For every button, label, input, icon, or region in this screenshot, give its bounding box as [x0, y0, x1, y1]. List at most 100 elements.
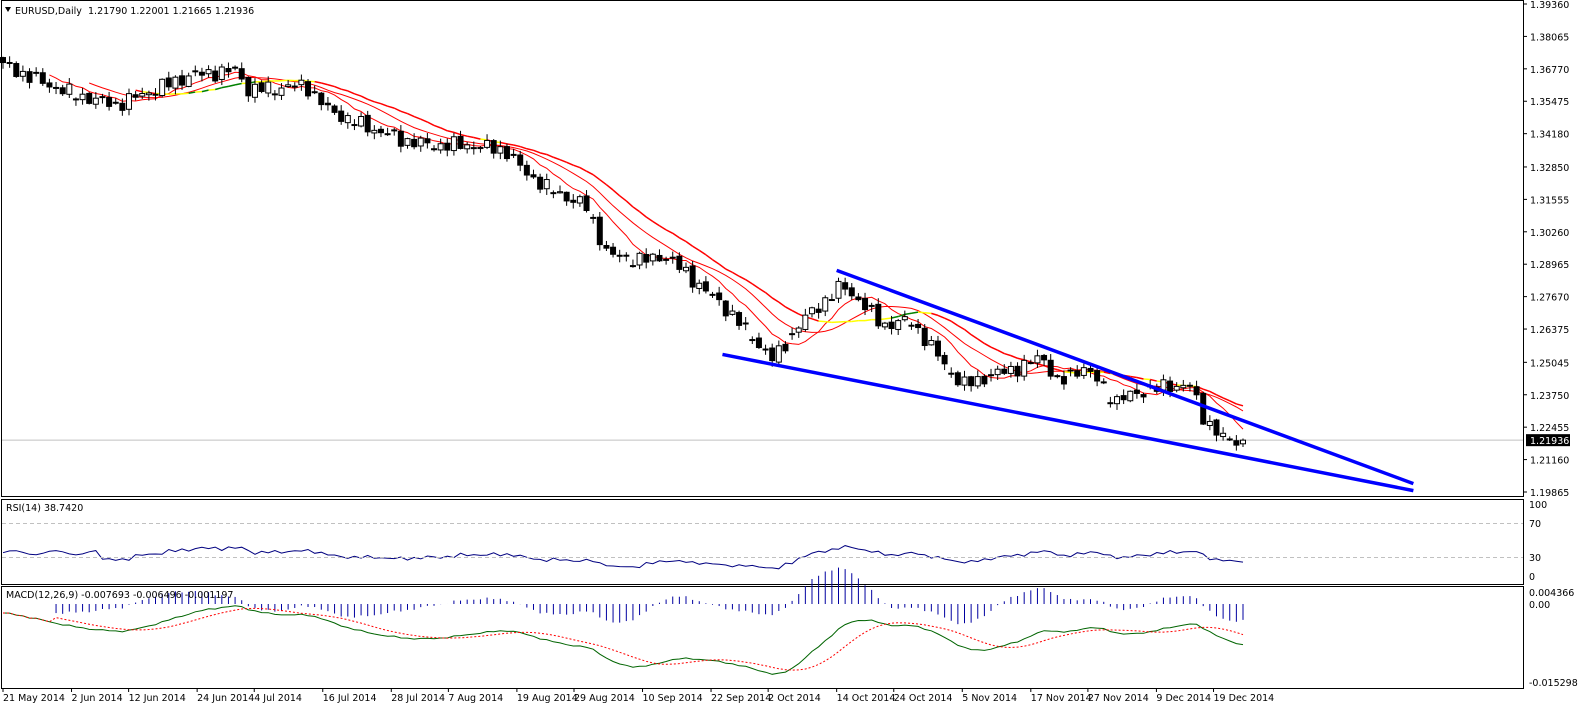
candle-bearish — [1054, 375, 1061, 378]
moving-average-trend-segment — [924, 311, 932, 315]
moving-average-trend-segment — [208, 88, 216, 91]
candle-bearish — [1074, 370, 1081, 377]
x-tick-label: 29 Aug 2014 — [574, 693, 635, 704]
candle-bullish — [92, 97, 99, 105]
triangle-down-icon[interactable] — [5, 7, 11, 12]
moving-average-trend-segment — [851, 319, 859, 323]
moving-average-trend-segment — [573, 164, 581, 169]
y-tick-label: 1.28965 — [1530, 260, 1569, 271]
moving-average-trend-segment — [678, 237, 687, 243]
symbol-label: EURUSD,Daily — [15, 6, 82, 17]
candle-bearish — [106, 97, 113, 107]
y-tick-label: 1.35475 — [1530, 97, 1569, 108]
candle-bearish — [46, 82, 53, 88]
candle-bullish — [543, 179, 550, 190]
moving-average-trend-segment — [599, 179, 607, 186]
candle-bearish — [1193, 386, 1200, 396]
candle-bearish — [457, 135, 464, 149]
moving-average-trend-segment — [911, 311, 919, 315]
moving-average-trend-segment — [539, 152, 547, 156]
candle-bearish — [537, 176, 544, 190]
y-tick-label: 1.26375 — [1530, 325, 1569, 336]
x-tick-label: 2 Oct 2014 — [768, 693, 821, 704]
moving-average-trend-segment — [1229, 400, 1237, 405]
candle-bullish — [1027, 362, 1034, 365]
moving-average-trend-segment — [990, 346, 998, 351]
moving-average-trend-segment — [904, 312, 912, 316]
candle-bearish — [331, 105, 338, 113]
moving-average-trend-segment — [347, 90, 355, 95]
candle-bearish — [165, 77, 172, 88]
candle-bearish — [424, 138, 431, 144]
y-tick-label: 1.38065 — [1530, 32, 1569, 43]
candle-bearish — [6, 61, 13, 64]
candle-bearish — [530, 174, 537, 178]
x-tick-label: 24 Oct 2014 — [894, 693, 953, 704]
moving-average-trend-segment — [453, 131, 461, 136]
x-tick-label: 16 Jul 2014 — [323, 693, 377, 704]
candle-bullish — [742, 322, 749, 325]
candle-bullish — [1080, 367, 1087, 376]
moving-average-trend-segment — [732, 271, 740, 277]
candle-bearish — [238, 68, 245, 80]
candle-bearish — [0, 57, 6, 64]
x-tick-label: 28 Jul 2014 — [391, 693, 445, 704]
moving-average-trend-segment — [1037, 363, 1045, 367]
moving-average-trend-segment — [321, 82, 329, 86]
rsi-level-30: 30 — [1529, 553, 1541, 564]
candle-bullish — [1240, 439, 1246, 445]
candle-bullish — [33, 71, 40, 74]
moving-average-trend-segment — [467, 135, 474, 139]
candle-bearish — [563, 191, 570, 202]
candle-bullish — [895, 320, 902, 330]
y-tick-label: 1.21160 — [1530, 456, 1569, 467]
moving-average-trend-segment — [698, 249, 707, 256]
x-tick-label: 12 Jun 2014 — [129, 693, 186, 704]
main-panel — [1, 0, 1524, 497]
candle-bearish — [855, 296, 862, 301]
x-tick-label: 21 May 2014 — [3, 693, 65, 704]
candle-bullish — [79, 93, 86, 101]
moving-average-trend-segment — [513, 144, 521, 148]
candle-bullish — [1114, 396, 1121, 405]
x-tick-label: 24 Jun 2014 — [197, 693, 254, 704]
moving-average-trend-segment — [420, 118, 428, 123]
candle-bullish — [749, 339, 756, 342]
x-tick-label: 2 Jun 2014 — [72, 693, 123, 704]
candle-bullish — [232, 66, 239, 69]
candle-bearish — [1060, 376, 1067, 385]
ohlc-label: 1.21790 1.22001 1.21665 1.21936 — [88, 6, 254, 17]
candle-bearish — [915, 323, 922, 329]
candle-bullish — [477, 147, 484, 150]
chart-canvas: 1.39360 1.38065 1.36770 1.35475 1.34180 1.328… — [0, 0, 1578, 704]
moving-average-trend-segment — [340, 88, 349, 92]
candle-bullish — [576, 196, 583, 204]
moving-average-trend-segment — [221, 85, 229, 89]
macd-signal-line — [2, 607, 1244, 671]
candle-bullish — [795, 327, 802, 333]
candle-bearish — [1200, 392, 1207, 425]
moving-average-trend-segment — [1004, 352, 1012, 357]
candle-bullish — [881, 322, 888, 328]
candle-bearish — [888, 321, 895, 330]
y-tick-label: 1.39360 — [1530, 0, 1569, 11]
moving-average-trend-segment — [367, 98, 375, 103]
candle-bearish — [736, 312, 743, 326]
moving-average-trend-segment — [327, 83, 335, 88]
candle-bullish — [112, 101, 119, 104]
moving-average-trend-segment — [884, 317, 892, 320]
x-tick-label: 19 Dec 2014 — [1214, 693, 1275, 704]
moving-average-trend-segment — [918, 311, 925, 314]
candle-bullish — [696, 282, 703, 289]
moving-average-trend-segment — [1149, 378, 1157, 382]
moving-average-trend-segment — [234, 82, 242, 86]
moving-average-trend-segment — [1010, 354, 1018, 359]
candle-bearish — [225, 67, 232, 73]
candle-bullish — [464, 144, 471, 150]
candle-bullish — [789, 333, 796, 336]
moving-average-trend-segment — [201, 89, 209, 93]
trendline — [836, 268, 1414, 486]
moving-average-trend-segment — [891, 315, 899, 319]
candle-bearish — [643, 254, 650, 263]
candle-bullish — [828, 299, 835, 302]
